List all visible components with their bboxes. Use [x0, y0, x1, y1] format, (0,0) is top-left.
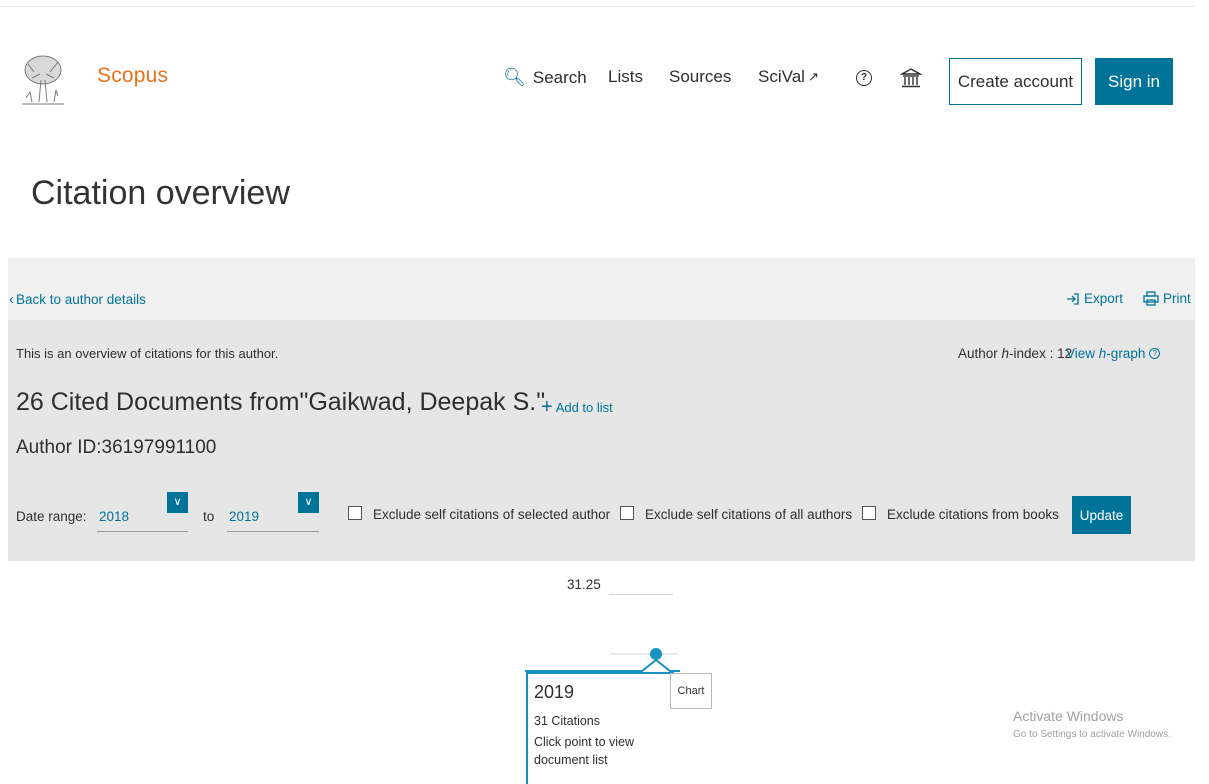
back-link-label: Back to author details — [16, 292, 146, 307]
gridline — [609, 594, 673, 595]
tooltip-hint: Click point to view document list — [534, 735, 635, 767]
exclude-books-checkbox[interactable] — [862, 506, 876, 520]
chevron-down-icon[interactable]: ∨ — [167, 492, 188, 513]
back-to-author-link[interactable]: ‹ Back to author details — [9, 291, 146, 308]
print-icon — [1143, 291, 1159, 306]
nav-lists[interactable]: Lists — [608, 67, 643, 87]
author-id: Author ID:36197991100 — [16, 437, 217, 458]
nav-scival-label: SciVal — [758, 67, 805, 86]
add-to-list-label: Add to list — [555, 399, 613, 415]
scopus-brand[interactable]: Scopus — [97, 64, 168, 88]
top-divider — [0, 6, 1195, 7]
overview-intro: This is an overview of citations for thi… — [16, 346, 279, 361]
view-h-graph-link[interactable]: View h -graph ? — [1066, 346, 1161, 361]
date-to-value: 2019 — [229, 509, 260, 524]
exclude-self-selected-label[interactable]: Exclude self citations of selected autho… — [373, 507, 610, 522]
hindex-h: h — [1001, 346, 1010, 361]
cited-documents-heading: 26 Cited Documents from"Gaikwad, Deepak … — [16, 388, 546, 416]
activate-windows-subtitle: Go to Settings to activate Windows. — [1013, 729, 1171, 740]
activate-windows-title: Activate Windows — [1013, 708, 1124, 724]
institution-icon[interactable] — [900, 67, 922, 89]
add-to-list-link[interactable]: + Add to list — [541, 397, 613, 417]
nav-scival[interactable]: SciVal ↗ — [758, 67, 819, 87]
author-h-index: Author h-index : 12 — [958, 346, 1072, 361]
help-icon[interactable]: ? — [856, 70, 872, 86]
search-icon: 🔍︎ — [503, 67, 526, 87]
export-icon — [1067, 292, 1079, 305]
elsevier-tree-logo[interactable] — [20, 52, 66, 108]
date-to-label: to — [203, 509, 215, 524]
chart-label-tag: Chart — [670, 673, 712, 709]
sign-in-button[interactable]: Sign in — [1095, 58, 1173, 105]
data-point-2019[interactable] — [650, 648, 662, 660]
date-to-select[interactable]: 2019 ∨ — [227, 492, 319, 532]
exclude-books-label[interactable]: Exclude citations from books — [887, 507, 1059, 522]
y-axis-tick-label: 31.25 — [567, 577, 601, 592]
date-from-value: 2018 — [99, 509, 130, 524]
chevron-left-icon: ‹ — [9, 291, 14, 308]
date-range-label: Date range: — [16, 509, 87, 524]
nav-search-label: Search — [532, 67, 587, 87]
print-link[interactable]: Print — [1143, 291, 1191, 306]
chevron-down-icon[interactable]: ∨ — [298, 492, 319, 513]
hgraph-suffix: -graph — [1106, 346, 1146, 361]
exclude-self-selected-checkbox[interactable] — [348, 506, 362, 520]
hindex-prefix: Author — [958, 346, 1002, 361]
create-account-button[interactable]: Create account — [949, 58, 1082, 105]
hindex-value: -index : 12 — [1009, 346, 1073, 361]
exclude-self-all-label[interactable]: Exclude self citations of all authors — [645, 507, 852, 522]
hgraph-prefix: View — [1066, 346, 1096, 361]
date-from-select[interactable]: 2018 ∨ — [97, 492, 188, 532]
chart-tooltip: 2019 31 Citations Click point to view do… — [526, 672, 674, 784]
tooltip-year: 2019 — [534, 682, 575, 702]
toolbar-band — [8, 258, 1195, 320]
tooltip-citations: 31 Citations — [534, 714, 601, 728]
external-link-icon: ↗ — [807, 69, 819, 84]
plus-icon: + — [541, 396, 553, 418]
exclude-self-all-checkbox[interactable] — [620, 506, 634, 520]
help-circle-icon: ? — [1149, 348, 1161, 359]
export-link[interactable]: Export — [1066, 291, 1123, 306]
export-label: Export — [1084, 291, 1124, 306]
tooltip-pointer — [525, 658, 680, 672]
nav-search[interactable]: 🔍︎ Search — [503, 67, 587, 88]
print-label: Print — [1163, 291, 1191, 306]
page-title: Citation overview — [31, 174, 290, 212]
hgraph-h: h — [1098, 346, 1107, 361]
update-button[interactable]: Update — [1072, 496, 1131, 534]
nav-sources[interactable]: Sources — [669, 67, 731, 87]
